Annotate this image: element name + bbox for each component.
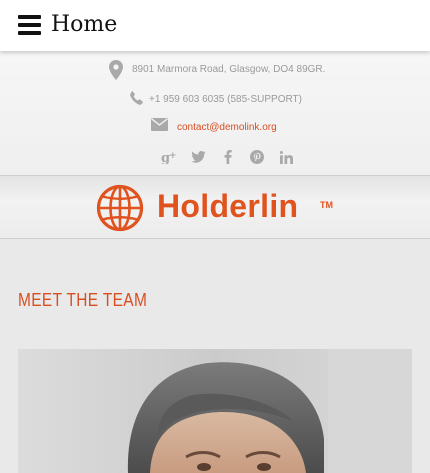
pinterest-icon[interactable] <box>248 148 266 166</box>
google-plus-icon[interactable]: g + <box>160 148 178 166</box>
twitter-icon[interactable] <box>189 148 207 166</box>
email-link[interactable]: contact@demolink.org <box>177 122 277 133</box>
phone-icon <box>130 91 143 105</box>
brand-banner: Holderlin TM <box>0 175 430 239</box>
top-bar: Home <box>0 0 430 51</box>
email-row: contact@demolink.org <box>0 118 430 138</box>
address-text: 8901 Marmora Road, Glasgow, DO4 89GR. <box>132 64 326 75</box>
contact-info: 8901 Marmora Road, Glasgow, DO4 89GR. +1… <box>0 51 430 175</box>
linkedin-icon[interactable] <box>277 148 295 166</box>
address-row: 8901 Marmora Road, Glasgow, DO4 89GR. <box>0 60 430 80</box>
hamburger-menu-icon[interactable] <box>18 15 41 35</box>
envelope-icon <box>151 118 168 131</box>
section-heading: MEET THE TEAM <box>18 290 148 310</box>
map-pin-icon <box>109 60 123 80</box>
globe-logo-icon[interactable] <box>96 184 144 232</box>
phone-row: +1 959 603 6035 (585-SUPPORT) <box>0 90 430 110</box>
brand-name[interactable]: Holderlin <box>157 188 298 225</box>
social-links: g + <box>160 148 295 166</box>
trademark-symbol: TM <box>320 200 333 210</box>
phone-text: +1 959 603 6035 (585-SUPPORT) <box>149 94 302 105</box>
team-member-photo <box>18 349 412 473</box>
facebook-icon[interactable] <box>219 148 237 166</box>
svg-text:+: + <box>169 151 177 161</box>
portrait-image <box>18 349 412 473</box>
page-title: Home <box>51 12 118 37</box>
